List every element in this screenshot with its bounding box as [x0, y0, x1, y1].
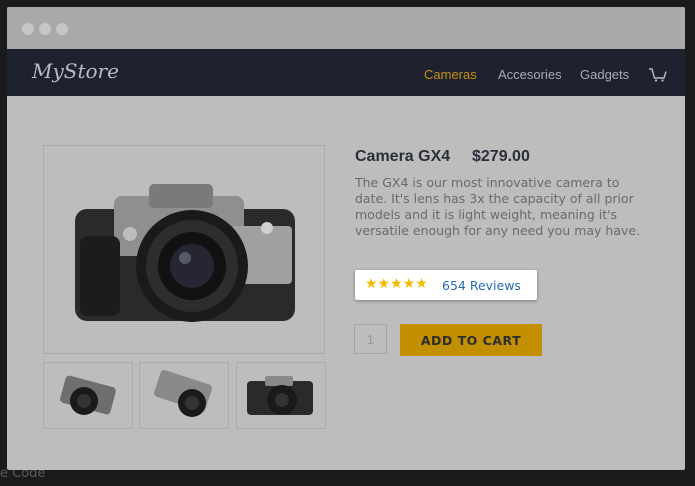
window-maximize-dot[interactable] [56, 23, 68, 35]
store-logo[interactable]: MyStore [32, 59, 119, 83]
window-close-dot[interactable] [22, 23, 34, 35]
star-rating-icon: ★★★★★ [365, 276, 428, 292]
reviews-link[interactable]: 654 Reviews [442, 278, 521, 293]
nav-link-gadgets[interactable]: Gadgets [580, 67, 629, 82]
product-title: Camera GX4 [355, 148, 451, 165]
browser-window: MyStore Cameras Accesories Gadgets Camer… [7, 7, 685, 470]
window-titlebar [7, 7, 685, 49]
add-to-cart-button[interactable]: ADD TO CART [400, 324, 542, 356]
product-thumbnail[interactable] [43, 362, 133, 429]
product-thumbnail[interactable] [236, 362, 326, 429]
product-price: $279.00 [472, 148, 530, 165]
store-navbar: MyStore Cameras Accesories Gadgets [7, 49, 685, 96]
rating-box: ★★★★★ 654 Reviews [355, 270, 537, 300]
window-minimize-dot[interactable] [39, 23, 51, 35]
camera-image [75, 184, 295, 322]
product-thumbnail[interactable] [139, 362, 229, 429]
product-description: The GX4 is our most innovative camera to… [355, 175, 641, 238]
product-main-image [43, 145, 325, 354]
cart-icon[interactable] [649, 67, 667, 82]
quantity-input[interactable] [354, 324, 387, 354]
nav-link-accesories[interactable]: Accesories [498, 67, 562, 82]
nav-link-cameras[interactable]: Cameras [424, 67, 477, 82]
